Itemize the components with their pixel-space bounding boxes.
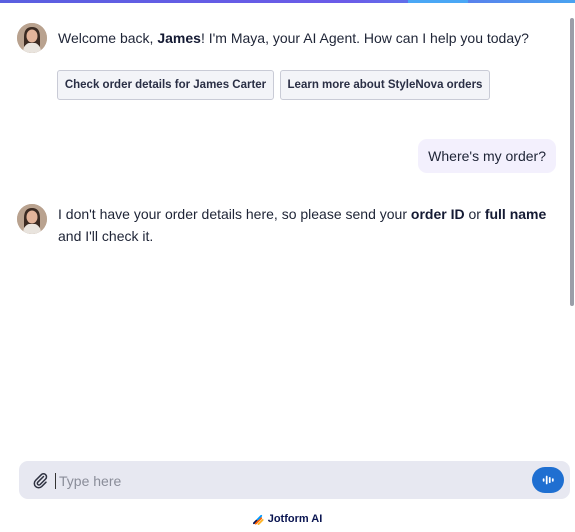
text-caret [55,473,56,489]
message-input[interactable] [57,469,521,493]
paperclip-icon[interactable] [31,471,49,489]
greeting-suffix: ! I'm Maya, your AI Agent. How can I hel… [200,30,529,46]
suggestion-learn-more-button[interactable]: Learn more about StyleNova orders [280,70,490,100]
user-message-bubble: Where's my order? [418,139,556,173]
jotform-logo-icon [252,514,264,525]
message-composer [19,461,570,499]
agent-avatar-image [17,204,47,234]
agent-reply-message: I don't have your order details here, so… [58,203,560,247]
greeting-user-name: James [157,30,201,46]
agent-greeting-message: Welcome back, James! I'm Maya, your AI A… [58,27,538,49]
reply-order-id: order ID [410,206,465,222]
reply-part-1: I don't have your order details here, so… [58,206,411,222]
scrollbar[interactable] [569,3,575,453]
reply-full-name: full name [484,206,547,222]
agent-avatar [17,23,47,53]
greeting-prefix: Welcome back, [58,30,158,46]
voice-wave-icon [542,475,554,485]
reply-part-2: or [464,206,485,222]
suggestion-check-order-button[interactable]: Check order details for James Carter [57,70,274,100]
scrollbar-thumb[interactable] [570,18,574,306]
footer-brand-text: Jotform AI [267,513,323,525]
agent-avatar [17,204,47,234]
top-accent-bar [0,0,575,3]
reply-part-3: and I'll check it. [58,228,154,244]
top-accent-highlight [408,0,468,3]
voice-button[interactable] [532,467,564,493]
agent-avatar-image [17,23,47,53]
user-message-text: Where's my order? [428,148,546,164]
powered-by-footer[interactable]: Jotform AI [0,510,575,528]
